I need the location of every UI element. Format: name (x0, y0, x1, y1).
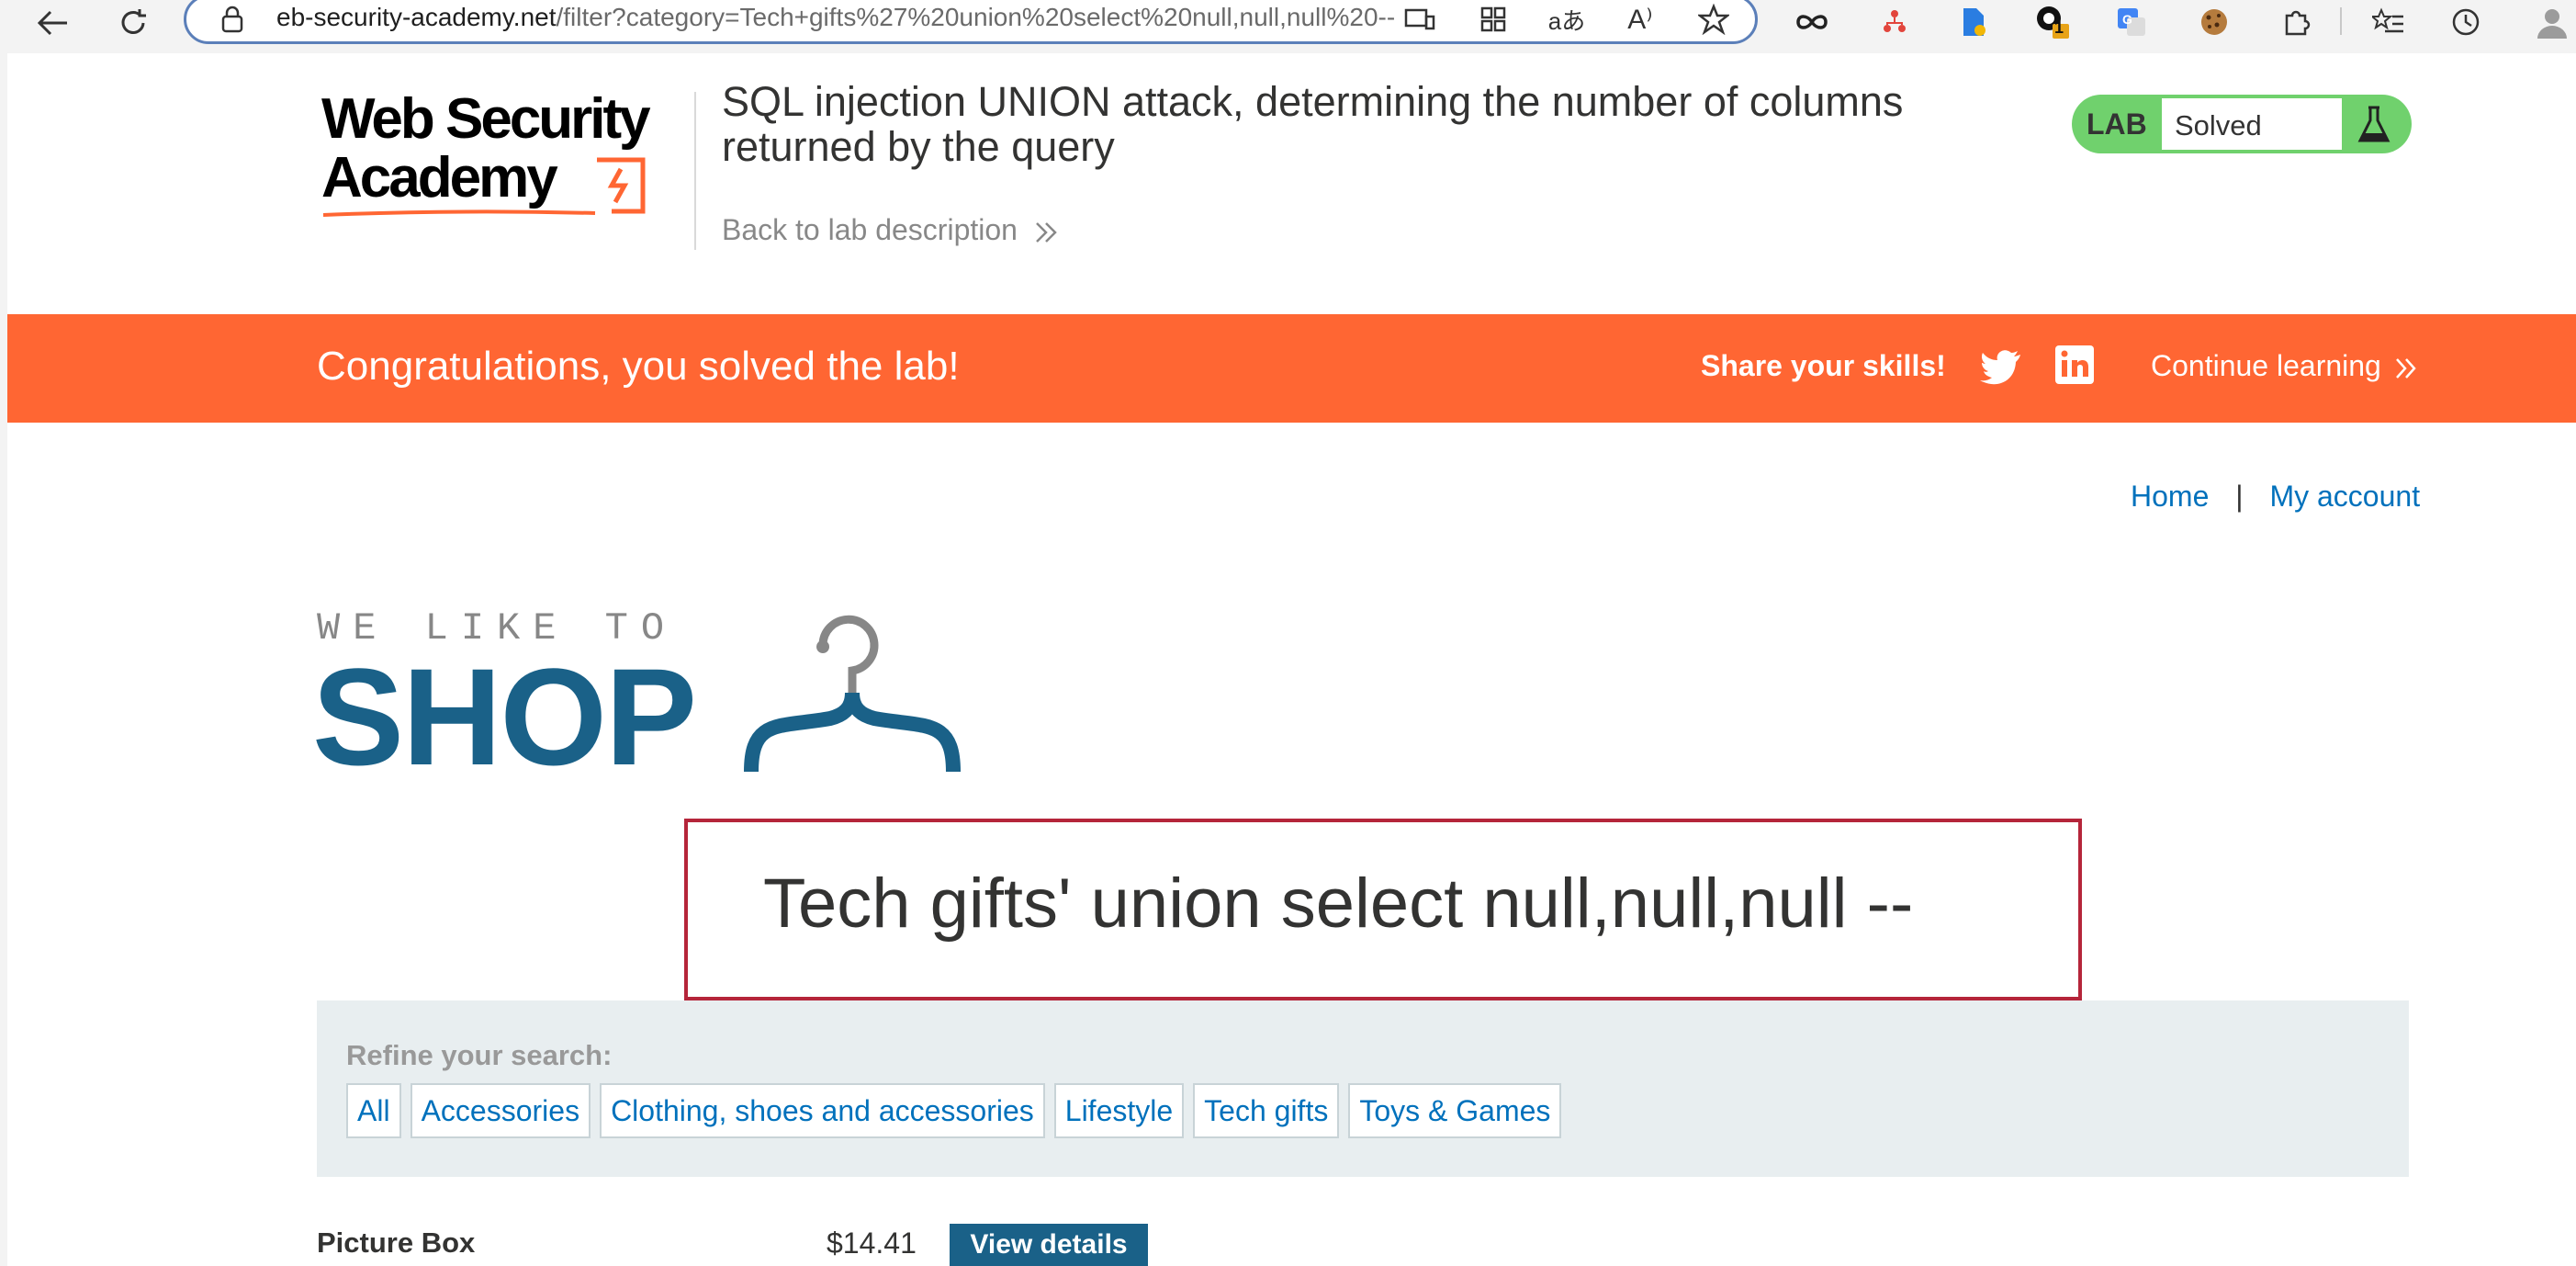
congratulations-message: Congratulations, you solved the lab! (317, 344, 960, 389)
apps-icon[interactable] (1472, 1, 1514, 38)
browser-frame-edge (0, 53, 7, 1266)
address-bar[interactable]: eb-security-academy.net/filter?category=… (184, 0, 1758, 44)
filter-all[interactable]: All (346, 1083, 401, 1138)
logo-spark-icon (597, 157, 646, 214)
product-price: $14.41 (827, 1226, 917, 1260)
filter-clothing[interactable]: Clothing, shoes and accessories (600, 1083, 1045, 1138)
congratulations-banner: Congratulations, you solved the lab! Sha… (7, 314, 2576, 423)
header-divider (694, 92, 696, 250)
refine-search-label: Refine your search: (346, 1039, 613, 1071)
logo-line2: Academy (321, 146, 558, 209)
filter-accessories[interactable]: Accessories (410, 1083, 591, 1138)
read-aloud-icon[interactable]: A⁾ (1619, 1, 1661, 38)
favorite-star-icon[interactable] (1693, 1, 1735, 38)
browser-toolbar: eb-security-academy.net/filter?category=… (0, 0, 2576, 53)
url-path: /filter?category=Tech+gifts%27%20union%2… (556, 3, 1396, 31)
filter-lifestyle[interactable]: Lifestyle (1053, 1083, 1185, 1138)
back-link-label: Back to lab description (722, 213, 1018, 246)
linkedin-icon[interactable] (2053, 344, 2096, 386)
logo-underline (322, 209, 596, 217)
continue-learning-label: Continue learning (2151, 349, 2381, 382)
lock-icon[interactable] (219, 5, 245, 39)
share-skills-label: Share your skills! (1701, 349, 1946, 382)
cookie-icon[interactable] (2193, 4, 2235, 40)
reload-icon[interactable] (110, 4, 156, 42)
lab-title: SQL injection UNION attack, determining … (722, 78, 1904, 170)
back-to-lab-link[interactable]: Back to lab description (722, 213, 1061, 247)
history-icon[interactable] (2445, 4, 2487, 40)
category-heading-box: Tech gifts' union select null,null,null … (684, 819, 2082, 1000)
puzzle-icon[interactable] (2276, 4, 2318, 40)
extension-tree-icon[interactable] (1873, 4, 1916, 40)
shop-wordmark: SHOP (312, 639, 697, 794)
flask-icon (2357, 106, 2390, 142)
profile-icon[interactable] (2531, 4, 2573, 40)
web-security-academy-logo[interactable]: Web Security Academy (321, 90, 689, 223)
view-details-button[interactable]: View details (950, 1224, 1148, 1266)
top-nav: Home | My account (2131, 480, 2420, 514)
lab-status-value-box: Solved (2162, 98, 2342, 150)
back-arrow-icon[interactable] (29, 4, 75, 42)
url-text[interactable]: eb-security-academy.net/filter?category=… (276, 3, 1395, 32)
lab-status-value: Solved (2175, 109, 2262, 141)
product-name: Picture Box (317, 1226, 476, 1259)
double-chevron-right-icon (1035, 221, 1057, 243)
infinity-icon[interactable] (1791, 4, 1833, 40)
lab-status-label: LAB (2087, 107, 2147, 141)
tab-icon[interactable] (1399, 1, 1441, 38)
hanger-icon (744, 615, 961, 773)
extension-doc-icon[interactable] (1952, 4, 1995, 40)
twitter-icon[interactable] (1980, 345, 2024, 390)
google-translate-icon[interactable]: G (2110, 4, 2153, 40)
logo-line1: Web Security (321, 87, 651, 151)
svg-text:G: G (2122, 12, 2132, 27)
nav-separator: | (2235, 480, 2244, 513)
continue-learning-link[interactable]: Continue learning (2151, 349, 2419, 383)
extension-badge-icon[interactable]: 1 (2031, 4, 2074, 40)
filter-toys-games[interactable]: Toys & Games (1348, 1083, 1562, 1138)
toolbar-divider (2340, 7, 2342, 35)
filter-tech-gifts[interactable]: Tech gifts (1193, 1083, 1340, 1138)
home-link[interactable]: Home (2131, 480, 2209, 513)
lab-status-widget: LAB Solved (2072, 95, 2412, 153)
favorites-list-icon[interactable] (2368, 4, 2410, 40)
category-heading: Tech gifts' union select null,null,null … (763, 865, 1914, 943)
filter-panel: Refine your search: All Accessories Clot… (317, 1000, 2409, 1177)
double-chevron-right-icon (2395, 357, 2416, 379)
category-filter-list: All Accessories Clothing, shoes and acce… (346, 1083, 1562, 1138)
badge-count: 1 (2054, 18, 2064, 37)
translate-icon[interactable]: aあ (1546, 1, 1588, 38)
url-host: eb-security-academy.net (276, 3, 557, 31)
my-account-link[interactable]: My account (2269, 480, 2420, 513)
